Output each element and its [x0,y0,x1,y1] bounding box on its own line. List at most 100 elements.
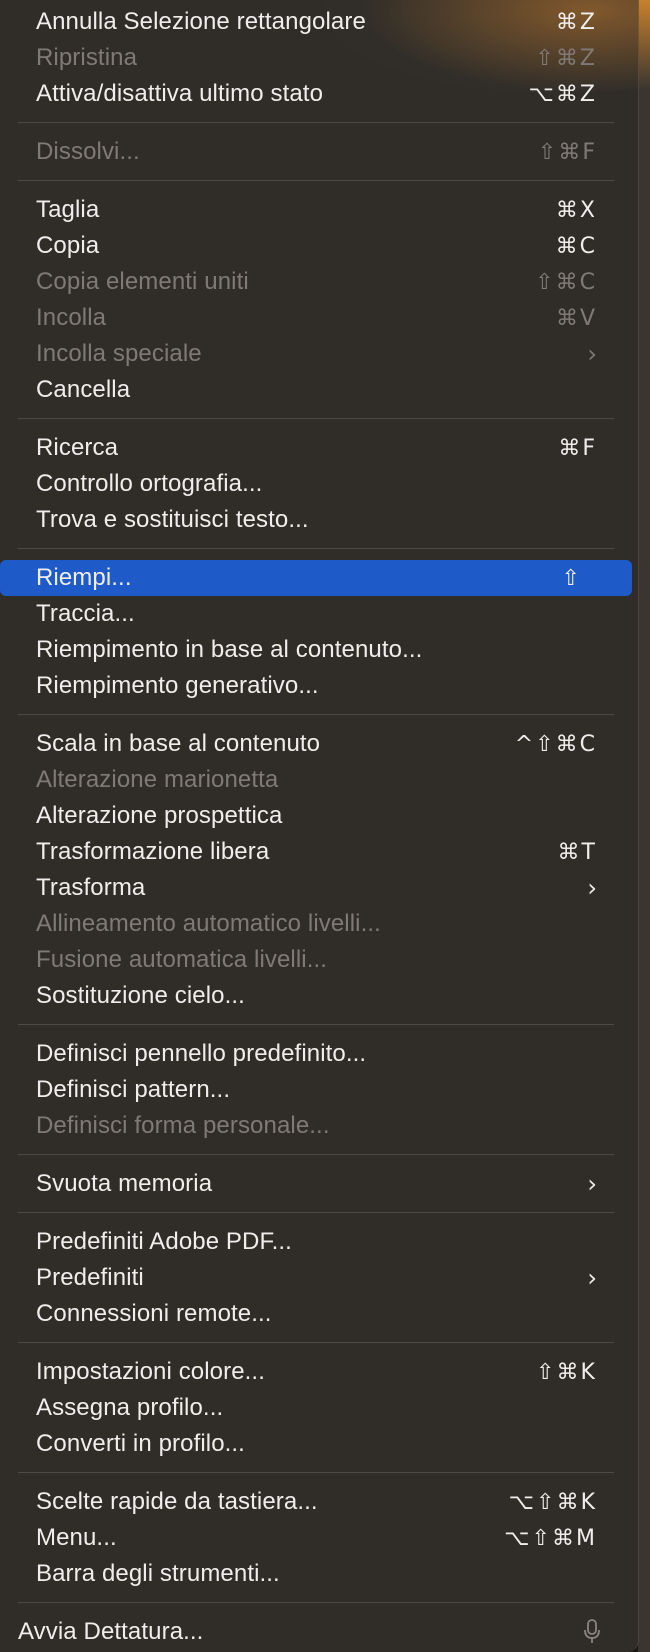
menu-item-predefiniti-adobe-pdf[interactable]: Predefiniti Adobe PDF... [0,1224,639,1260]
menu-item-label: Scala in base al contenuto [36,730,321,757]
menu-item-incolla-speciale: Incolla speciale › [0,336,639,372]
menu-item-label: Allineamento automatico livelli... [36,910,381,937]
menu-item-label: Attiva/disattiva ultimo stato [36,80,324,107]
menu-item-shortcut: ^⇧⌘C [514,731,597,757]
menu-item-barra-degli-strumenti[interactable]: Barra degli strumenti... [0,1556,639,1592]
menu-separator [18,548,614,549]
menu-item-assegna-profilo[interactable]: Assegna profilo... [0,1390,639,1426]
menu-item-riempi[interactable]: Riempi... ⇧ [0,560,632,596]
menu-item-label: Impostazioni colore... [36,1358,265,1385]
menu-item-shortcut: ⌘V [555,305,597,331]
menu-item-label: Dissolvi... [36,138,140,165]
menu-item-label: Ricerca [36,434,119,461]
menu-separator [18,714,614,715]
menu-item-trova-e-sostituisci-testo[interactable]: Trova e sostituisci testo... [0,502,639,538]
menu-item-shortcut: ⌘Z [555,9,597,35]
menu-separator [18,1154,614,1155]
chevron-right-icon: › [587,1264,597,1292]
menu-item-copia-elementi-uniti: Copia elementi uniti ⇧⌘C [0,264,639,300]
chevron-right-icon: › [587,1170,597,1198]
menu-item-label: Controllo ortografia... [36,470,263,497]
menu-item-label: Annulla Selezione rettangolare [36,8,366,35]
menu-item-label: Avvia Dettatura... [18,1618,204,1645]
menu-item-definisci-forma-personale: Definisci forma personale... [0,1108,639,1144]
menu-item-label: Incolla speciale [36,340,202,367]
menu-item-definisci-pennello-predefinito[interactable]: Definisci pennello predefinito... [0,1036,639,1072]
menu-separator [18,418,614,419]
menu-item-label: Predefiniti [36,1264,144,1291]
menu-item-connessioni-remote[interactable]: Connessioni remote... [0,1296,639,1332]
menu-item-shortcut: ⌘T [557,839,597,865]
menu-item-annulla-selezione-rettangolare[interactable]: Annulla Selezione rettangolare ⌘Z [0,4,639,40]
chevron-right-icon: › [587,340,597,368]
menu-item-label: Ripristina [36,44,138,71]
menu-separator [18,1024,614,1025]
menu-separator [18,1212,614,1213]
menu-item-riempimento-generativo[interactable]: Riempimento generativo... [0,668,639,704]
menu-item-label: Fusione automatica livelli... [36,946,328,973]
menu-item-label: Riempi... [36,564,132,591]
menu-item-trasforma[interactable]: Trasforma › [0,870,639,906]
menu-item-alterazione-marionetta: Alterazione marionetta [0,762,639,798]
menu-item-sostituzione-cielo[interactable]: Sostituzione cielo... [0,978,639,1014]
menu-item-label: Riempimento generativo... [36,672,319,699]
menu-item-label: Converti in profilo... [36,1430,245,1457]
microphone-icon [584,1619,600,1643]
menu-item-shortcut: ⌥⇧⌘M [504,1525,597,1551]
menu-item-label: Scelte rapide da tastiera... [36,1488,318,1515]
menu-item-label: Trova e sostituisci testo... [36,506,309,533]
menu-item-impostazioni-colore[interactable]: Impostazioni colore... ⇧⌘K [0,1354,639,1390]
menu-item-label: Copia [36,232,100,259]
menu-item-label: Definisci pennello predefinito... [36,1040,367,1067]
menu-item-shortcut: ⇧⌘C [535,269,597,295]
menu-item-shortcut: ⌘F [558,435,597,461]
menu-separator [18,122,614,123]
edit-menu: Annulla Selezione rettangolare ⌘Z Ripristi… [0,0,639,1652]
menu-separator [18,180,614,181]
menu-item-label: Trasforma [36,874,146,901]
menu-item-label: Traccia... [36,600,135,627]
menu-item-label: Menu... [36,1524,117,1551]
menu-item-shortcut: ⇧ [561,565,582,591]
menu-item-ricerca[interactable]: Ricerca ⌘F [0,430,639,466]
menu-item-cancella[interactable]: Cancella [0,372,639,408]
menu-item-scelte-rapide-da-tastiera[interactable]: Scelte rapide da tastiera... ⌥⇧⌘K [0,1484,639,1520]
menu-item-alterazione-prospettica[interactable]: Alterazione prospettica [0,798,639,834]
menu-item-avvia-dettatura[interactable]: Avvia Dettatura... [0,1614,639,1650]
window-edge [638,0,650,1652]
menu-item-predefiniti[interactable]: Predefiniti › [0,1260,639,1296]
menu-item-traccia[interactable]: Traccia... [0,596,639,632]
menu-item-shortcut: ⇧⌘Z [535,45,597,71]
menu-item-label: Trasformazione libera [36,838,270,865]
menu-item-label: Definisci pattern... [36,1076,231,1103]
menu-separator [18,1602,614,1603]
menu-item-riempimento-in-base-al-contenuto[interactable]: Riempimento in base al contenuto... [0,632,639,668]
menu-item-fusione-automatica-livelli: Fusione automatica livelli... [0,942,639,978]
menu-separator [18,1342,614,1343]
menu-item-controllo-ortografia[interactable]: Controllo ortografia... [0,466,639,502]
menu-item-label: Sostituzione cielo... [36,982,245,1009]
menu-item-taglia[interactable]: Taglia ⌘X [0,192,639,228]
menu-item-shortcut: ⇧⌘F [537,139,597,165]
menu-item-svuota-memoria[interactable]: Svuota memoria › [0,1166,639,1202]
menu-item-converti-in-profilo[interactable]: Converti in profilo... [0,1426,639,1462]
menu-item-menu[interactable]: Menu... ⌥⇧⌘M [0,1520,639,1556]
menu-item-definisci-pattern[interactable]: Definisci pattern... [0,1072,639,1108]
menu-item-label: Svuota memoria [36,1170,213,1197]
menu-item-shortcut: ⌘C [555,233,597,259]
menu-item-shortcut: ⇧⌘K [536,1359,597,1385]
menu-item-allineamento-automatico-livelli: Allineamento automatico livelli... [0,906,639,942]
menu-item-scala-in-base-al-contenuto[interactable]: Scala in base al contenuto ^⇧⌘C [0,726,639,762]
menu-item-shortcut: ⌥⌘Z [528,81,597,107]
menu-item-attiva-disattiva-ultimo-stato[interactable]: Attiva/disattiva ultimo stato ⌥⌘Z [0,76,639,112]
menu-item-copia[interactable]: Copia ⌘C [0,228,639,264]
menu-item-dissolvi: Dissolvi... ⇧⌘F [0,134,639,170]
menu-item-label: Barra degli strumenti... [36,1560,280,1587]
menu-item-label: Connessioni remote... [36,1300,272,1327]
menu-item-label: Predefiniti Adobe PDF... [36,1228,292,1255]
menu-item-label: Incolla [36,304,107,331]
menu-item-ripristina: Ripristina ⇧⌘Z [0,40,639,76]
menu-item-label: Alterazione marionetta [36,766,279,793]
menu-item-trasformazione-libera[interactable]: Trasformazione libera ⌘T [0,834,639,870]
menu-item-label: Definisci forma personale... [36,1112,330,1139]
